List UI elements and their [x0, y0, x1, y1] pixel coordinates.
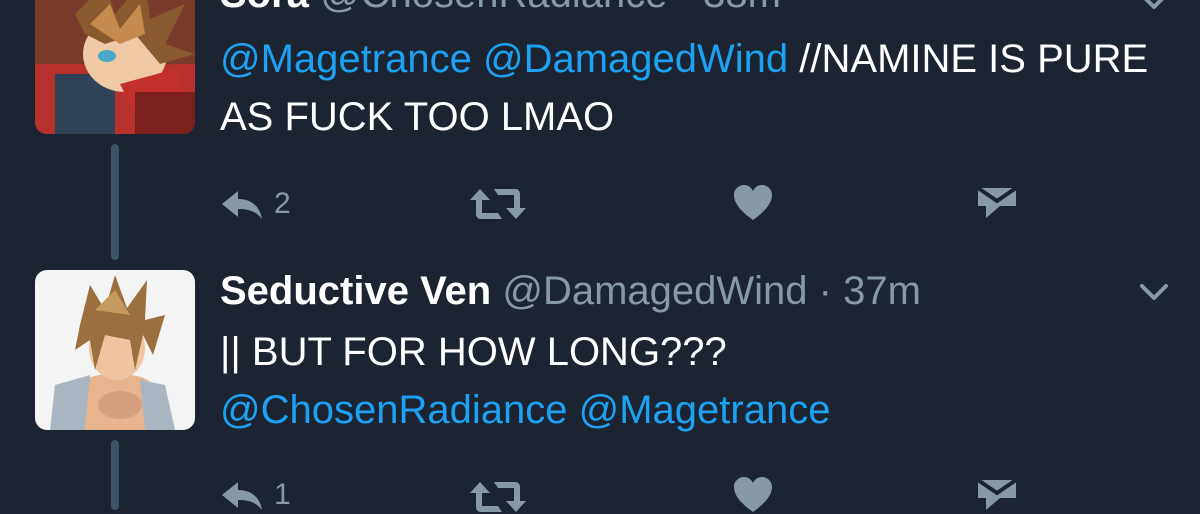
chevron-down-icon[interactable]: [1139, 283, 1169, 303]
heart-icon: [734, 185, 772, 220]
reply-button[interactable]: 2: [220, 187, 291, 221]
mention-link[interactable]: @DamagedWind: [483, 37, 788, 81]
mention-link[interactable]: @Magetrance: [220, 37, 472, 81]
handle[interactable]: @DamagedWind: [502, 269, 807, 313]
tweet-seductive-ven[interactable]: Seductive Ven @DamagedWind · 37m || BUT …: [0, 250, 1200, 512]
separator-dot: ·: [679, 0, 692, 16]
like-button[interactable]: [733, 476, 773, 514]
direct-message-button[interactable]: [976, 186, 1018, 220]
envelope-icon: [976, 478, 1018, 510]
reply-button[interactable]: 1: [220, 478, 291, 512]
envelope-icon: [976, 186, 1018, 218]
separator-dot: ·: [818, 269, 832, 313]
avatar-sora[interactable]: [35, 0, 195, 134]
retweet-icon: [470, 189, 526, 219]
tweet-header: Seductive Ven @DamagedWind · 37m: [220, 267, 921, 315]
timestamp[interactable]: 37m: [843, 269, 921, 313]
retweet-icon: [470, 482, 526, 512]
tweet-header: Sora @ChosenRadiance · 38m: [220, 0, 781, 18]
reply-icon: [222, 191, 262, 219]
reply-count: 2: [274, 187, 291, 220]
timestamp[interactable]: 38m: [703, 0, 781, 16]
tweet-text: || BUT FOR HOW LONG??? @ChosenRadiance @…: [220, 323, 1160, 439]
retweet-button[interactable]: [468, 187, 528, 221]
chevron-down-icon[interactable]: [1139, 0, 1169, 12]
text-line: || BUT FOR HOW LONG???: [220, 323, 1160, 381]
retweet-button[interactable]: [468, 480, 528, 514]
text-span: [567, 388, 578, 432]
tweet-sora[interactable]: Sora @ChosenRadiance · 38m @Magetrance @…: [0, 0, 1200, 260]
thread-line: [111, 440, 119, 510]
mention-link[interactable]: @ChosenRadiance: [220, 388, 567, 432]
reply-count: 1: [274, 478, 291, 511]
display-name[interactable]: Seductive Ven: [220, 269, 491, 313]
mention-link[interactable]: @Magetrance: [579, 388, 831, 432]
display-name[interactable]: Sora: [220, 0, 309, 16]
text-span: || BUT FOR HOW LONG???: [220, 330, 727, 374]
tweet-text: @Magetrance @DamagedWind //NAMINE IS PUR…: [220, 30, 1160, 146]
reply-icon: [222, 482, 262, 510]
spiky-brown-hair-anime-avatar-icon: [35, 0, 195, 134]
blond-hair-anime-avatar-icon: [35, 270, 195, 430]
heart-icon: [734, 477, 772, 512]
avatar-seductive-ven[interactable]: [35, 270, 195, 430]
like-button[interactable]: [733, 184, 773, 222]
thread-line: [111, 144, 119, 260]
direct-message-button[interactable]: [976, 478, 1018, 512]
text-span: [472, 37, 483, 81]
text-line: @ChosenRadiance @Magetrance: [220, 381, 1160, 439]
handle[interactable]: @ChosenRadiance: [320, 0, 667, 16]
